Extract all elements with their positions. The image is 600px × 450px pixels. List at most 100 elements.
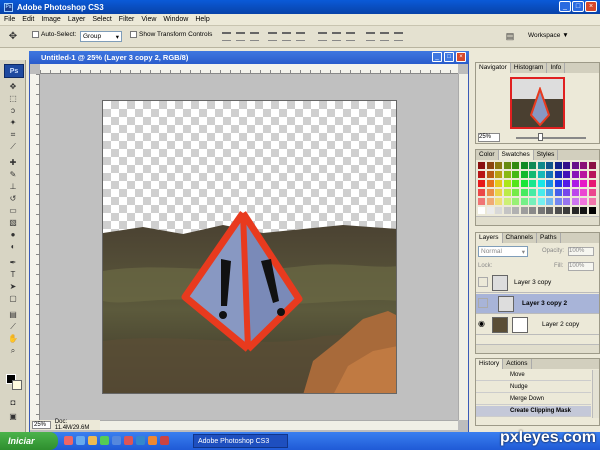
pen-tool-icon[interactable]: ✒ [8, 258, 18, 268]
auto-select-checkbox[interactable]: Auto-Select: [32, 31, 76, 38]
color-swatch[interactable] [554, 189, 562, 196]
menu-window[interactable]: Window [163, 16, 188, 23]
color-swatch[interactable] [563, 171, 570, 178]
eyedropper-tool-icon[interactable]: ⟋ [8, 322, 18, 332]
color-swatch[interactable] [486, 180, 494, 187]
move-tool-preset-icon[interactable]: ✥ [8, 32, 18, 42]
color-swatch[interactable] [563, 198, 570, 205]
ruler-horizontal[interactable] [40, 64, 458, 74]
doc-minimize-button[interactable]: _ [432, 52, 442, 62]
ruler-vertical[interactable] [30, 74, 40, 420]
color-swatch[interactable] [580, 180, 587, 187]
color-swatch[interactable] [571, 207, 579, 214]
color-swatch[interactable] [563, 162, 570, 169]
color-swatch[interactable] [495, 189, 502, 196]
color-swatch[interactable] [486, 171, 494, 178]
color-swatch[interactable] [537, 198, 545, 205]
navigator-zoom-field[interactable]: 25% [478, 133, 500, 142]
tab-histogram[interactable]: Histogram [511, 63, 548, 73]
document-canvas[interactable] [102, 100, 397, 394]
color-swatch[interactable] [478, 162, 485, 169]
layer-name[interactable]: Layer 3 copy [514, 279, 551, 286]
menu-edit[interactable]: Edit [22, 16, 34, 23]
magic-wand-tool-icon[interactable]: ✦ [8, 118, 18, 128]
shape-tool-icon[interactable]: ▢ [8, 294, 18, 304]
color-swatch[interactable] [537, 180, 545, 187]
distribute-hcenter-icon[interactable] [380, 32, 389, 41]
brush-tool-icon[interactable]: ✎ [8, 170, 18, 180]
color-swatch[interactable] [580, 171, 587, 178]
tab-styles[interactable]: Styles [534, 150, 559, 160]
color-swatch[interactable] [520, 207, 528, 214]
quicklaunch-icon[interactable] [88, 436, 97, 445]
color-swatch[interactable] [478, 198, 485, 205]
tab-color[interactable]: Color [476, 150, 499, 160]
color-swatch[interactable] [554, 171, 562, 178]
color-swatch[interactable] [520, 189, 528, 196]
history-item[interactable]: Move [476, 370, 591, 381]
color-swatch[interactable] [495, 171, 502, 178]
color-swatch[interactable] [571, 189, 579, 196]
hand-tool-icon[interactable]: ✋ [8, 334, 18, 344]
color-swatch[interactable] [478, 171, 485, 178]
color-swatch[interactable] [495, 198, 502, 205]
color-swatch[interactable] [546, 162, 553, 169]
doc-maximize-button[interactable]: □ [444, 52, 454, 62]
layer-row[interactable]: ◉ Layer 2 copy [476, 315, 599, 335]
menu-select[interactable]: Select [92, 16, 111, 23]
color-swatch[interactable] [554, 198, 562, 205]
close-button[interactable]: × [585, 1, 597, 12]
color-swatch[interactable] [486, 198, 494, 205]
tab-channels[interactable]: Channels [503, 233, 537, 243]
dodge-tool-icon[interactable]: ◐ [8, 242, 18, 252]
color-swatch[interactable] [546, 189, 553, 196]
menu-image[interactable]: Image [41, 16, 60, 23]
horizontal-scrollbar[interactable] [100, 420, 458, 430]
color-swatch[interactable] [478, 180, 485, 187]
color-swatch[interactable] [503, 162, 511, 169]
color-swatch[interactable] [486, 207, 494, 214]
taskbar-item-photoshop[interactable]: Adobe Photoshop CS3 [193, 434, 288, 448]
color-swatch[interactable] [580, 207, 587, 214]
blend-mode-dropdown[interactable]: Normal ▾ [478, 246, 528, 257]
color-swatch[interactable] [546, 207, 553, 214]
layer-name[interactable]: Layer 2 copy [542, 321, 579, 328]
color-swatch[interactable] [554, 162, 562, 169]
color-swatch[interactable] [554, 207, 562, 214]
color-swatch[interactable] [563, 180, 570, 187]
layer-row[interactable]: Layer 3 copy [476, 273, 599, 293]
vertical-scrollbar[interactable] [458, 74, 468, 420]
auto-select-check-box[interactable] [32, 31, 39, 38]
tab-swatches[interactable]: Swatches [498, 150, 534, 160]
distribute-left-icon[interactable] [366, 32, 375, 41]
tab-layers[interactable]: Layers [476, 233, 503, 243]
color-swatch[interactable] [588, 171, 596, 178]
doc-close-button[interactable]: × [456, 52, 466, 62]
crop-tool-icon[interactable]: ⌗ [8, 130, 18, 140]
color-swatch[interactable] [588, 189, 596, 196]
zoom-field[interactable]: 25% [32, 421, 51, 429]
align-hcenter-icon[interactable] [282, 32, 291, 41]
navigator-zoom-handle[interactable] [538, 133, 543, 141]
tab-actions[interactable]: Actions [503, 359, 532, 369]
color-swatch[interactable] [520, 171, 528, 178]
eye-icon[interactable]: ◉ [478, 319, 488, 329]
color-swatch[interactable] [503, 198, 511, 205]
color-swatch[interactable] [529, 207, 536, 214]
color-swatch[interactable] [529, 189, 536, 196]
distribute-vcenter-icon[interactable] [332, 32, 341, 41]
color-swatch[interactable] [580, 189, 587, 196]
color-swatch[interactable] [512, 171, 519, 178]
color-swatch[interactable] [546, 171, 553, 178]
color-swatch[interactable] [588, 162, 596, 169]
distribute-right-icon[interactable] [394, 32, 403, 41]
color-swatch[interactable] [512, 189, 519, 196]
color-swatch[interactable] [512, 198, 519, 205]
color-swatch[interactable] [537, 207, 545, 214]
menu-layer[interactable]: Layer [68, 16, 86, 23]
color-swatch[interactable] [554, 180, 562, 187]
quicklaunch-icon[interactable] [148, 436, 157, 445]
zoom-tool-icon[interactable]: ⌕ [8, 346, 18, 356]
tab-paths[interactable]: Paths [537, 233, 561, 243]
color-swatch[interactable] [571, 162, 579, 169]
